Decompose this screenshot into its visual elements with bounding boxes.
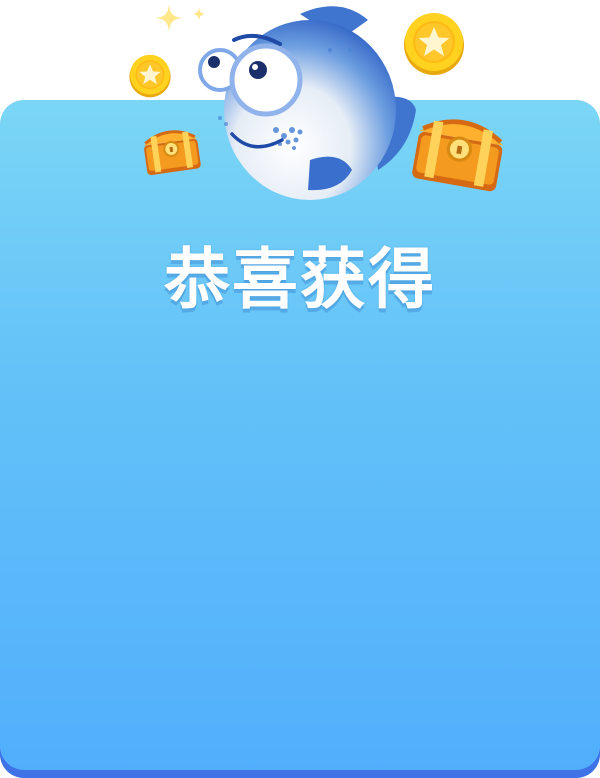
fish-mascot-icon xyxy=(198,6,416,200)
reward-dialog: 恭喜获得 xyxy=(0,0,600,778)
coin-icon xyxy=(129,54,171,98)
sparkle-icon xyxy=(155,4,183,32)
reward-title: 恭喜获得 xyxy=(164,241,436,318)
treasure-chest-icon xyxy=(412,119,504,192)
